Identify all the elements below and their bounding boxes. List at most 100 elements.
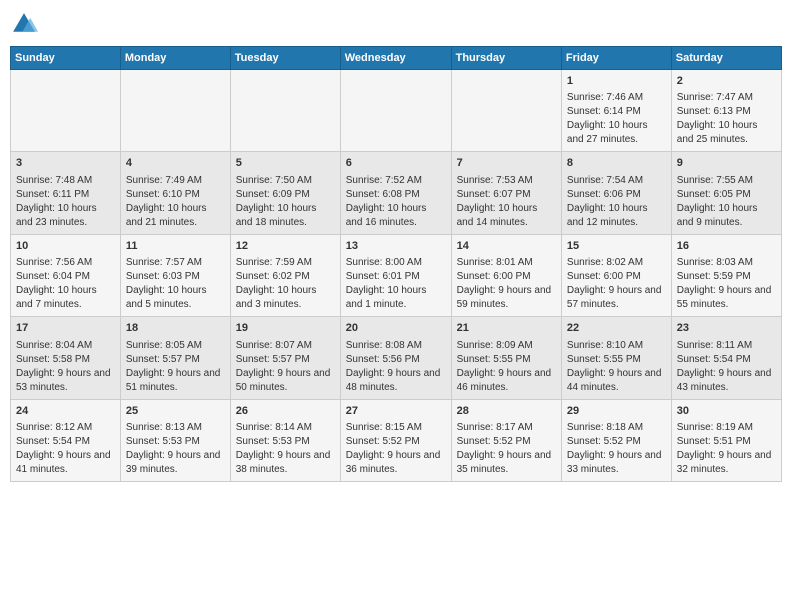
day-info-line: Sunset: 5:56 PM	[346, 353, 446, 367]
day-number: 19	[236, 321, 335, 336]
day-info-line: Sunrise: 7:57 AM	[126, 256, 225, 270]
day-info-line: Sunrise: 7:49 AM	[126, 174, 225, 188]
day-number: 10	[16, 239, 115, 254]
day-number: 26	[236, 404, 335, 419]
day-number: 6	[346, 156, 446, 171]
day-info-line: Sunrise: 8:12 AM	[16, 421, 115, 435]
calendar-table: SundayMondayTuesdayWednesdayThursdayFrid…	[10, 46, 782, 482]
day-info-line: Sunrise: 8:15 AM	[346, 421, 446, 435]
day-info-line: Sunset: 5:57 PM	[236, 353, 335, 367]
day-number: 22	[567, 321, 666, 336]
day-info-line: Daylight: 10 hours and 25 minutes.	[677, 119, 776, 147]
day-info-line: Sunset: 5:54 PM	[16, 435, 115, 449]
day-info-line: Daylight: 10 hours and 12 minutes.	[567, 202, 666, 230]
day-info-line: Sunset: 6:01 PM	[346, 270, 446, 284]
day-info-line: Daylight: 9 hours and 57 minutes.	[567, 284, 666, 312]
day-info-line: Sunrise: 8:14 AM	[236, 421, 335, 435]
day-number: 1	[567, 74, 666, 89]
day-info-line: Sunrise: 8:13 AM	[126, 421, 225, 435]
day-info-line: Daylight: 10 hours and 18 minutes.	[236, 202, 335, 230]
day-number: 12	[236, 239, 335, 254]
calendar-cell: 12 Sunrise: 7:59 AMSunset: 6:02 PMDayligh…	[230, 234, 340, 316]
calendar-cell: 23Sunrise: 8:11 AMSunset: 5:54 PMDayligh…	[671, 317, 781, 399]
day-info-line: Daylight: 10 hours and 23 minutes.	[16, 202, 115, 230]
logo-icon	[10, 10, 38, 38]
calendar-cell: 15 Sunrise: 8:02 AMSunset: 6:00 PMDayligh…	[561, 234, 671, 316]
day-info-line: Sunrise: 8:11 AM	[677, 339, 776, 353]
day-number: 23	[677, 321, 776, 336]
day-info-line: Sunset: 6:14 PM	[567, 105, 666, 119]
day-info-line: Sunrise: 8:02 AM	[567, 256, 666, 270]
day-info-line: Daylight: 9 hours and 43 minutes.	[677, 367, 776, 395]
calendar-week-row: 3Sunrise: 7:48 AMSunset: 6:11 PMDaylight…	[11, 152, 782, 234]
day-info-line: Daylight: 9 hours and 53 minutes.	[16, 367, 115, 395]
day-info-line: Daylight: 9 hours and 44 minutes.	[567, 367, 666, 395]
day-info-line: Daylight: 9 hours and 50 minutes.	[236, 367, 335, 395]
day-info-line: Daylight: 10 hours and 1 minute.	[346, 284, 446, 312]
calendar-cell: 5Sunrise: 7:50 AMSunset: 6:09 PMDaylight…	[230, 152, 340, 234]
calendar-cell: 14Sunrise: 8:01 AMSunset: 6:00 PMDayligh…	[451, 234, 561, 316]
calendar-cell	[340, 70, 451, 152]
calendar-cell: 19Sunrise: 8:07 AMSunset: 5:57 PMDayligh…	[230, 317, 340, 399]
calendar-cell	[11, 70, 121, 152]
day-info-line: Sunset: 6:00 PM	[567, 270, 666, 284]
calendar-cell: 6Sunrise: 7:52 AMSunset: 6:08 PMDaylight…	[340, 152, 451, 234]
day-number: 11	[126, 239, 225, 254]
day-info-line: Daylight: 10 hours and 3 minutes.	[236, 284, 335, 312]
day-info-line: Sunset: 6:13 PM	[677, 105, 776, 119]
day-info-line: Sunset: 6:10 PM	[126, 188, 225, 202]
day-info-line: Daylight: 9 hours and 51 minutes.	[126, 367, 225, 395]
calendar-cell: 10Sunrise: 7:56 AMSunset: 6:04 PMDayligh…	[11, 234, 121, 316]
day-info-line: Sunrise: 7:47 AM	[677, 91, 776, 105]
day-number: 14	[457, 239, 556, 254]
calendar-cell: 21Sunrise: 8:09 AMSunset: 5:55 PMDayligh…	[451, 317, 561, 399]
day-info-line: Sunset: 6:03 PM	[126, 270, 225, 284]
day-number: 13	[346, 239, 446, 254]
day-info-line: Sunset: 6:00 PM	[457, 270, 556, 284]
day-number: 3	[16, 156, 115, 171]
day-number: 28	[457, 404, 556, 419]
day-info-line: Daylight: 9 hours and 39 minutes.	[126, 449, 225, 477]
calendar-cell: 17Sunrise: 8:04 AMSunset: 5:58 PMDayligh…	[11, 317, 121, 399]
calendar-cell: 18Sunrise: 8:05 AMSunset: 5:57 PMDayligh…	[120, 317, 230, 399]
day-info-line: Sunrise: 8:03 AM	[677, 256, 776, 270]
calendar-cell: 30Sunrise: 8:19 AMSunset: 5:51 PMDayligh…	[671, 399, 781, 481]
weekday-header-thursday: Thursday	[451, 47, 561, 70]
calendar-cell: 4Sunrise: 7:49 AMSunset: 6:10 PMDaylight…	[120, 152, 230, 234]
day-info-line: Sunrise: 8:17 AM	[457, 421, 556, 435]
calendar-cell: 28Sunrise: 8:17 AMSunset: 5:52 PMDayligh…	[451, 399, 561, 481]
day-info-line: Sunset: 5:55 PM	[567, 353, 666, 367]
day-number: 25	[126, 404, 225, 419]
calendar-week-row: 24Sunrise: 8:12 AMSunset: 5:54 PMDayligh…	[11, 399, 782, 481]
day-number: 18	[126, 321, 225, 336]
day-info-line: Sunset: 5:58 PM	[16, 353, 115, 367]
calendar-cell	[120, 70, 230, 152]
calendar-week-row: 1Sunrise: 7:46 AMSunset: 6:14 PMDaylight…	[11, 70, 782, 152]
day-info-line: Sunrise: 7:46 AM	[567, 91, 666, 105]
day-number: 15	[567, 239, 666, 254]
day-info-line: Daylight: 10 hours and 27 minutes.	[567, 119, 666, 147]
day-info-line: Sunset: 5:52 PM	[567, 435, 666, 449]
day-info-line: Sunrise: 7:55 AM	[677, 174, 776, 188]
day-number: 20	[346, 321, 446, 336]
day-info-line: Daylight: 10 hours and 16 minutes.	[346, 202, 446, 230]
day-info-line: Sunset: 6:02 PM	[236, 270, 335, 284]
day-number: 21	[457, 321, 556, 336]
day-info-line: Sunrise: 8:04 AM	[16, 339, 115, 353]
calendar-cell: 26Sunrise: 8:14 AMSunset: 5:53 PMDayligh…	[230, 399, 340, 481]
day-number: 9	[677, 156, 776, 171]
calendar-header-row: SundayMondayTuesdayWednesdayThursdayFrid…	[11, 47, 782, 70]
day-info-line: Sunrise: 8:09 AM	[457, 339, 556, 353]
day-number: 29	[567, 404, 666, 419]
weekday-header-monday: Monday	[120, 47, 230, 70]
day-number: 27	[346, 404, 446, 419]
day-info-line: Sunrise: 7:59 AM	[236, 256, 335, 270]
day-info-line: Sunset: 5:59 PM	[677, 270, 776, 284]
day-info-line: Daylight: 10 hours and 14 minutes.	[457, 202, 556, 230]
day-info-line: Sunrise: 7:52 AM	[346, 174, 446, 188]
day-info-line: Daylight: 10 hours and 9 minutes.	[677, 202, 776, 230]
day-info-line: Sunset: 6:06 PM	[567, 188, 666, 202]
day-info-line: Daylight: 10 hours and 21 minutes.	[126, 202, 225, 230]
day-info-line: Sunrise: 8:05 AM	[126, 339, 225, 353]
calendar-cell: 1 Sunrise: 7:46 AMSunset: 6:14 PMDaylight…	[561, 70, 671, 152]
